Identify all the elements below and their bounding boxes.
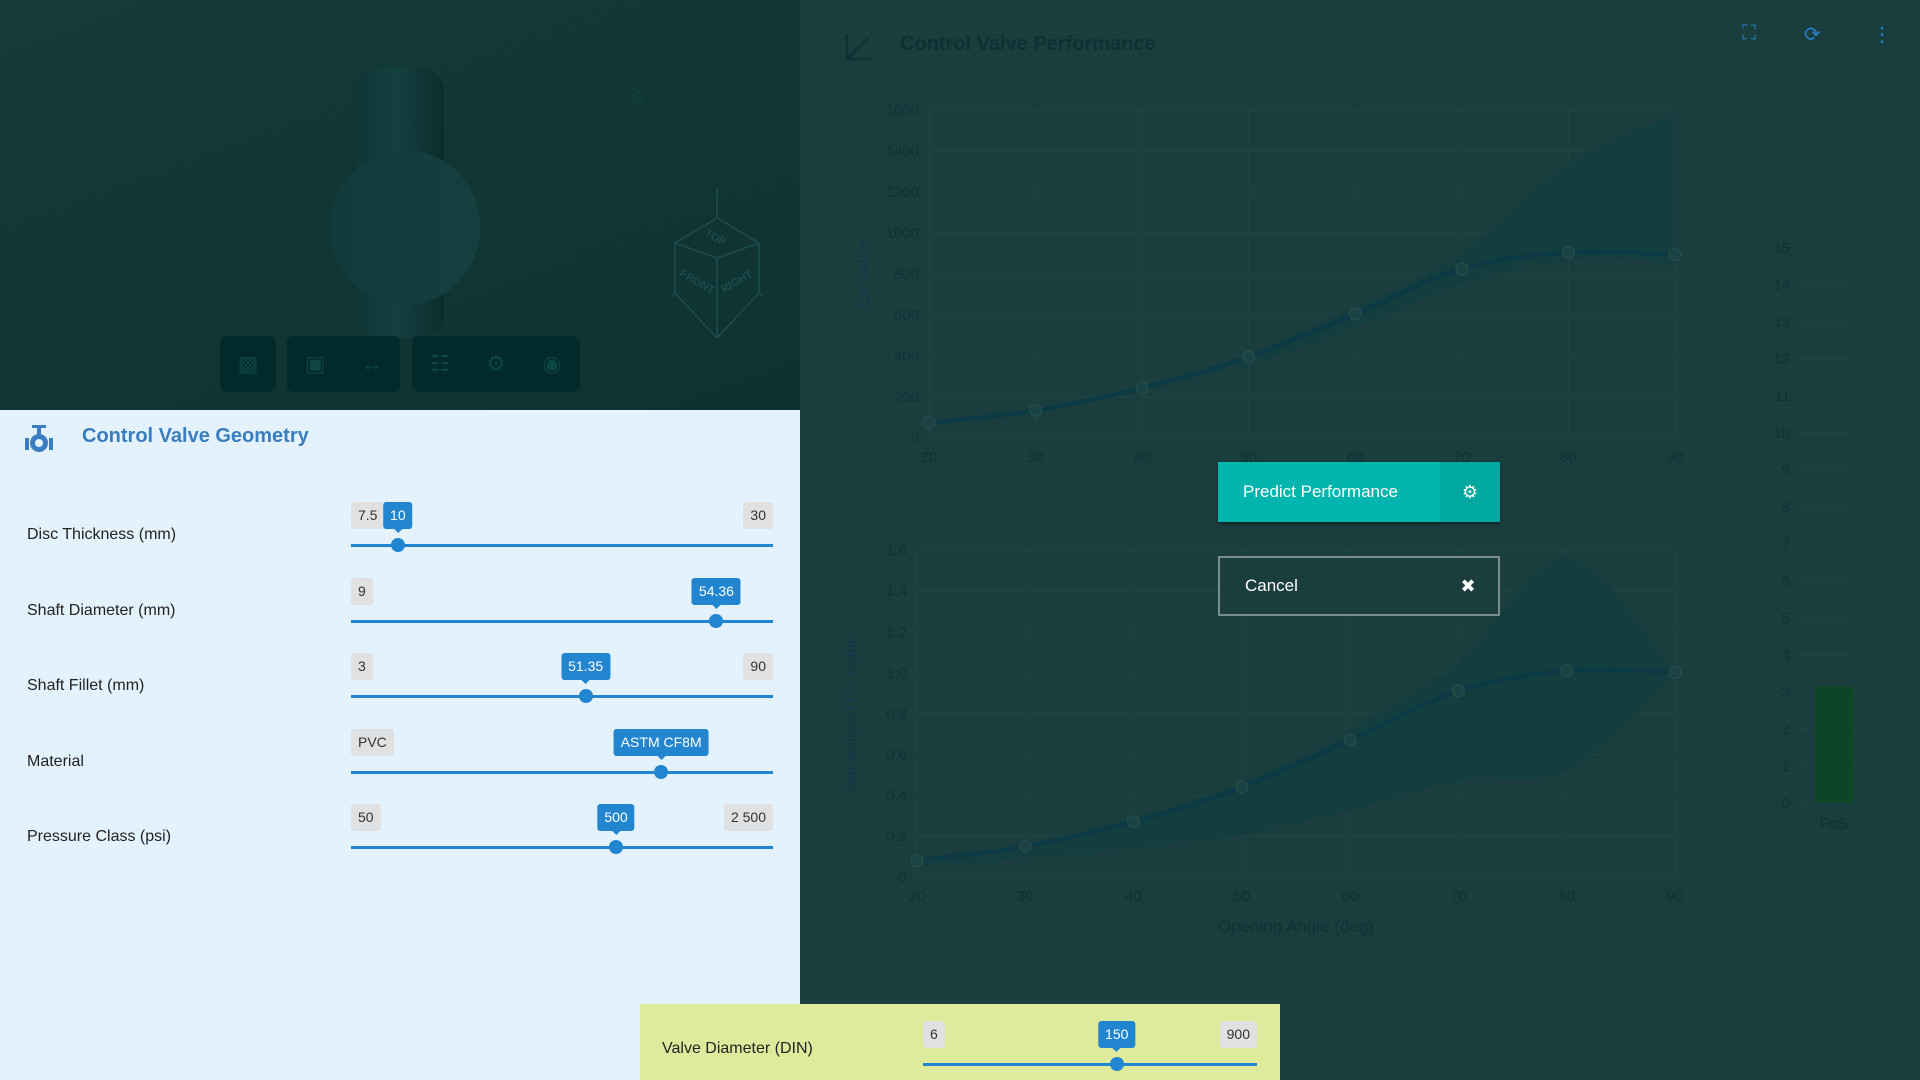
data-point [1560,664,1574,678]
y-tick-label: 400 [894,348,919,365]
y-tick-label: 12 [1773,351,1790,368]
y-tick-label: 4 [1782,647,1790,664]
x-tick-label: 30 [1017,888,1034,905]
y-tick-label: 7 [1782,536,1790,553]
x-tick-label: 90 [1667,888,1684,905]
close-icon: ✖ [1460,575,1476,596]
y-tick-label: 15 [1773,240,1790,257]
y-tick-label: 5 [1782,610,1790,627]
x-tick-label: 90 [1667,449,1684,466]
y-tick-label: 1 [1782,758,1790,775]
fos-label: FoS [1819,816,1848,833]
x-tick-label: 40 [1125,888,1142,905]
y-tick-label: 0 [911,430,919,447]
y-tick-label: 1.4 [886,583,907,600]
y-tick-label: 3 [1782,684,1790,701]
y-tick-label: 1600 [886,102,919,119]
y-tick-label: 600 [894,307,919,324]
data-point [1235,780,1249,794]
predict-performance-button[interactable]: Predict Performance ⚙ [1218,462,1500,522]
y-tick-label: 1200 [886,184,919,201]
data-point [1451,684,1465,698]
data-point [1029,403,1043,417]
y-tick-label: 0 [899,869,907,886]
performance-charts: 0200400600800100012001400160020 30 40 50 60 7… [842,102,1855,936]
x-tick-label: 60 [1342,888,1359,905]
confidence-band [929,114,1675,426]
y-tick-label: 1.6 [886,542,907,559]
y-tick-label: 0 [1782,795,1790,812]
valve-icon: ⚙ [1440,462,1500,522]
x-tick-label: 70 [1450,888,1467,905]
y-tick-label: 0.6 [886,746,907,763]
y-tick-label: 11 [1774,388,1790,405]
cancel-button[interactable]: Cancel ✖ [1218,556,1500,616]
x-tick-label: 30 [1027,449,1044,466]
y-tick-label: 0.2 [886,828,907,845]
y-tick-label: 0.4 [886,787,907,804]
y-tick-label: 2 [1782,721,1790,738]
y-tick-label: 6 [1782,573,1790,590]
y-tick-label: 8 [1782,499,1790,516]
y-tick-label: 9 [1782,462,1790,479]
data-point [1348,307,1362,321]
data-point [1018,839,1032,853]
data-point [1135,381,1149,395]
x-tick-label: 80 [1558,888,1575,905]
cancel-label: Cancel [1245,576,1298,595]
x-axis-label: Opening Angle (deg) [1218,917,1374,936]
data-point [1668,666,1682,680]
y-tick-label: 200 [894,389,919,406]
data-point [1127,815,1141,829]
y-tick-label: 10 [1773,425,1790,442]
x-tick-label: 20 [909,888,926,905]
data-point [1343,733,1357,747]
y-tick-label: 1.0 [886,665,907,682]
y-tick-label: 14 [1773,277,1790,294]
data-point [1242,350,1256,364]
y-tick-label: 0.8 [886,706,907,723]
y-axis-label: Cv Value [854,240,873,308]
x-tick-label: 40 [1134,449,1151,466]
predict-label: Predict Performance [1243,482,1398,501]
data-point [1455,262,1469,276]
y-axis-label: Normalized Cv Value [842,634,861,792]
y-tick-label: 13 [1773,314,1790,331]
data-point [1561,245,1575,259]
fos-bar [1815,686,1853,803]
data-point [922,416,936,430]
y-tick-label: 1.2 [886,624,907,641]
x-tick-label: 20 [921,449,938,466]
data-point [910,854,924,868]
x-tick-label: 80 [1560,449,1577,466]
y-tick-label: 1400 [886,143,919,160]
data-point [1668,248,1682,262]
x-tick-label: 50 [1234,888,1251,905]
y-tick-label: 800 [894,266,919,283]
y-tick-label: 1000 [886,225,919,242]
